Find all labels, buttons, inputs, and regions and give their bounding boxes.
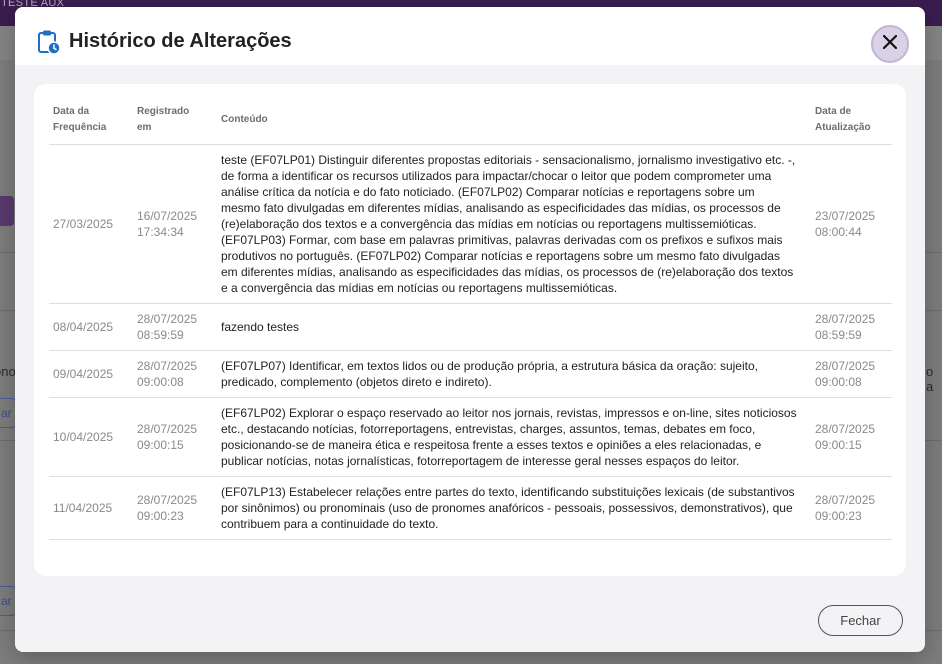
header-line: Registrado <box>137 106 190 117</box>
updated-date: 23/07/2025 <box>815 209 876 223</box>
cell-registered: 16/07/2025 17:34:34 <box>133 144 217 304</box>
cell-content: (EF07LP13) Estabelecer relações entre pa… <box>217 476 811 540</box>
cell-registered: 28/07/2025 08:59:59 <box>133 303 217 351</box>
background-sidebar-chip <box>0 196 14 226</box>
cell-freq-date: 27/03/2025 <box>49 144 133 304</box>
column-header-freq-date[interactable]: Data da Frequência <box>49 96 133 145</box>
updated-time: 08:00:44 <box>815 225 862 239</box>
close-footer-button[interactable]: Fechar <box>818 605 903 636</box>
modal-title: Histórico de Alterações <box>69 30 292 52</box>
cell-updated: 28/07/2025 09:00:08 <box>811 350 892 398</box>
background-button-fragment: ar <box>0 586 16 616</box>
history-table: Data da Frequência Registrado em Conteúd… <box>49 96 892 540</box>
registered-time: 09:00:08 <box>137 375 184 389</box>
updated-date: 28/07/2025 <box>815 312 876 326</box>
header-line: Data da <box>53 106 90 117</box>
cell-freq-date: 10/04/2025 <box>49 397 133 477</box>
registered-date: 28/07/2025 <box>137 359 198 373</box>
close-icon <box>882 34 898 54</box>
registered-date: 28/07/2025 <box>137 312 198 326</box>
cell-registered: 28/07/2025 09:00:15 <box>133 397 217 477</box>
background-button-fragment: ar <box>0 398 16 428</box>
updated-date: 28/07/2025 <box>815 359 876 373</box>
column-header-registered[interactable]: Registrado em <box>133 96 217 145</box>
cell-freq-date: 08/04/2025 <box>49 303 133 351</box>
updated-time: 09:00:15 <box>815 438 862 452</box>
cell-freq-date: 11/04/2025 <box>49 476 133 540</box>
cell-freq-date: 09/04/2025 <box>49 350 133 398</box>
column-header-updated[interactable]: Data de Atualização <box>811 96 892 145</box>
header-line: Data de <box>815 106 852 117</box>
cell-content: (EF67LP02) Explorar o espaço reservado a… <box>217 397 811 477</box>
cell-updated: 28/07/2025 09:00:15 <box>811 397 892 477</box>
cell-updated: 23/07/2025 08:00:44 <box>811 144 892 304</box>
table-row: 08/04/2025 28/07/2025 08:59:59 fazendo te… <box>49 303 892 351</box>
cell-content: (EF07LP07) Identificar, em textos lidos … <box>217 350 811 398</box>
registered-date: 16/07/2025 <box>137 209 198 223</box>
cell-updated: 28/07/2025 08:59:59 <box>811 303 892 351</box>
updated-time: 09:00:23 <box>815 509 862 523</box>
header-line: Atualização <box>815 122 871 133</box>
header-line: Frequência <box>53 122 107 133</box>
registered-date: 28/07/2025 <box>137 422 198 436</box>
table-row: 11/04/2025 28/07/2025 09:00:23 (EF07LP13)… <box>49 476 892 540</box>
updated-time: 08:59:59 <box>815 328 862 342</box>
registered-time: 17:34:34 <box>137 225 184 239</box>
header-line: em <box>137 122 152 133</box>
modal-header: Histórico de Alterações <box>15 7 925 65</box>
history-card: Data da Frequência Registrado em Conteúd… <box>34 84 906 576</box>
history-modal: Histórico de Alterações Data da Frequênc… <box>15 7 925 652</box>
cell-registered: 28/07/2025 09:00:08 <box>133 350 217 398</box>
updated-date: 28/07/2025 <box>815 422 876 436</box>
updated-date: 28/07/2025 <box>815 493 876 507</box>
cell-updated: 28/07/2025 09:00:23 <box>811 476 892 540</box>
clipboard-clock-icon <box>37 29 61 55</box>
background-text-fragment: o a <box>926 364 934 394</box>
table-row: 10/04/2025 28/07/2025 09:00:15 (EF67LP02)… <box>49 397 892 477</box>
cell-content: fazendo testes <box>217 303 811 351</box>
registered-time: 08:59:59 <box>137 328 184 342</box>
cell-registered: 28/07/2025 09:00:23 <box>133 476 217 540</box>
close-button[interactable] <box>871 25 909 63</box>
updated-time: 09:00:08 <box>815 375 862 389</box>
registered-time: 09:00:23 <box>137 509 184 523</box>
table-header-row: Data da Frequência Registrado em Conteúd… <box>49 96 892 145</box>
column-header-content[interactable]: Conteúdo <box>217 96 811 145</box>
cell-content: teste (EF07LP01) Distinguir diferentes p… <box>217 144 811 304</box>
registered-time: 09:00:15 <box>137 438 184 452</box>
table-row: 09/04/2025 28/07/2025 09:00:08 (EF07LP07)… <box>49 350 892 398</box>
registered-date: 28/07/2025 <box>137 493 198 507</box>
table-row: 27/03/2025 16/07/2025 17:34:34 teste (EF0… <box>49 144 892 304</box>
background-text-fragment: ono <box>0 364 16 379</box>
